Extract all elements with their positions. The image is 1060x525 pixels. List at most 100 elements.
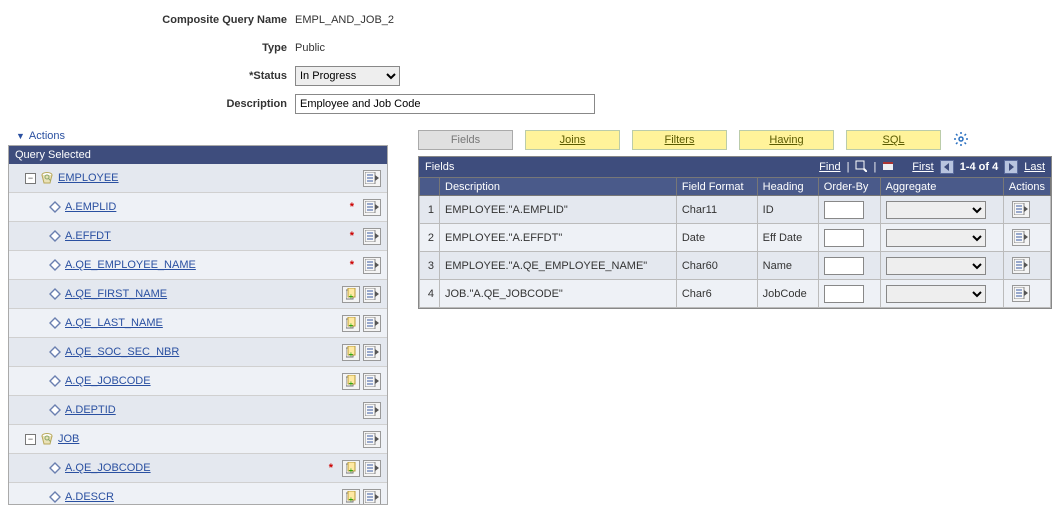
grid-first[interactable]: First <box>912 161 933 173</box>
menu-button[interactable] <box>363 460 381 477</box>
tree-group-employee[interactable]: − EMPLOYEE <box>9 164 387 193</box>
menu-button[interactable] <box>363 228 381 245</box>
field-label[interactable]: A.QE_EMPLOYEE_NAME <box>65 259 196 271</box>
field-label[interactable]: A.QE_JOBCODE <box>65 375 151 387</box>
grid-title: Fields <box>425 161 454 173</box>
col-description[interactable]: Description <box>440 178 677 196</box>
field-label[interactable]: A.DEPTID <box>65 404 116 416</box>
menu-button[interactable] <box>363 373 381 390</box>
row-orderby-cell <box>818 280 880 308</box>
row-heading: Name <box>757 252 818 280</box>
pipe2: | <box>873 161 876 173</box>
group-label[interactable]: EMPLOYEE <box>58 172 119 184</box>
collapse-icon[interactable]: − <box>25 434 36 445</box>
field-label[interactable]: A.EMPLID <box>65 201 116 213</box>
prev-icon[interactable] <box>940 160 954 174</box>
collapse-icon[interactable]: − <box>25 173 36 184</box>
actions-dropdown[interactable]: Actions <box>16 130 388 142</box>
tree-field[interactable]: A.EFFDT* <box>9 222 387 251</box>
menu-button[interactable] <box>363 402 381 419</box>
type-label: Type <box>0 42 295 54</box>
find-link[interactable]: Find <box>819 161 840 173</box>
gear-icon[interactable] <box>953 131 969 150</box>
row-orderby-cell <box>818 196 880 224</box>
grid-last[interactable]: Last <box>1024 161 1045 173</box>
tab-having[interactable]: Having <box>739 130 834 150</box>
orderby-input[interactable] <box>824 201 864 219</box>
col-format[interactable]: Field Format <box>676 178 757 196</box>
copy-button[interactable]: + <box>342 315 360 332</box>
form-area: Composite Query Name EMPL_AND_JOB_2 Type… <box>0 0 1060 130</box>
copy-button[interactable]: + <box>342 373 360 390</box>
menu-button[interactable] <box>363 199 381 216</box>
tab-joins[interactable]: Joins <box>525 130 620 150</box>
row-actions <box>1003 224 1050 252</box>
aggregate-select[interactable] <box>886 257 986 275</box>
tree-body[interactable]: −EMPLOYEEA.EMPLID*A.EFFDT*A.QE_EMPLOYEE_… <box>9 164 387 504</box>
col-aggregate[interactable]: Aggregate <box>880 178 1003 196</box>
field-label[interactable]: A.DESCR <box>65 491 114 503</box>
menu-button[interactable] <box>363 257 381 274</box>
menu-button[interactable] <box>1012 201 1030 218</box>
menu-button[interactable] <box>363 315 381 332</box>
name-value: EMPL_AND_JOB_2 <box>295 14 394 26</box>
tab-filters[interactable]: Filters <box>632 130 727 150</box>
menu-button[interactable] <box>1012 285 1030 302</box>
next-icon[interactable] <box>1004 160 1018 174</box>
col-heading[interactable]: Heading <box>757 178 818 196</box>
copy-button[interactable]: + <box>342 286 360 303</box>
menu-button[interactable] <box>363 286 381 303</box>
row-actions <box>1003 280 1050 308</box>
row-aggregate-cell <box>880 280 1003 308</box>
copy-button[interactable]: + <box>342 460 360 477</box>
field-label[interactable]: A.QE_JOBCODE <box>65 462 151 474</box>
menu-button[interactable] <box>1012 229 1030 246</box>
query-icon <box>40 432 54 446</box>
orderby-input[interactable] <box>824 285 864 303</box>
orderby-input[interactable] <box>824 257 864 275</box>
tree-group-job[interactable]: − JOB <box>9 425 387 454</box>
group-label[interactable]: JOB <box>58 433 79 445</box>
tab-fields[interactable]: Fields <box>418 130 513 150</box>
zoom-icon[interactable] <box>855 160 867 175</box>
copy-button[interactable]: + <box>342 344 360 361</box>
field-label[interactable]: A.QE_FIRST_NAME <box>65 288 167 300</box>
aggregate-select[interactable] <box>886 229 986 247</box>
field-icon <box>49 288 61 300</box>
grid-row: 3EMPLOYEE."A.QE_EMPLOYEE_NAME"Char60Name <box>420 252 1051 280</box>
row-format: Char60 <box>676 252 757 280</box>
row-format: Date <box>676 224 757 252</box>
tree-field[interactable]: A.QE_JOBCODE + <box>9 367 387 396</box>
description-input[interactable] <box>295 94 595 114</box>
menu-button[interactable] <box>363 170 381 187</box>
row-format: Char6 <box>676 280 757 308</box>
row-desc: EMPLOYEE."A.EFFDT" <box>440 224 677 252</box>
col-orderby[interactable]: Order-By <box>818 178 880 196</box>
status-select[interactable]: In Progress <box>295 66 400 86</box>
menu-button[interactable] <box>1012 257 1030 274</box>
menu-button[interactable] <box>363 431 381 448</box>
tree-field[interactable]: A.QE_LAST_NAME + <box>9 309 387 338</box>
tree-field[interactable]: A.DESCR + <box>9 483 387 504</box>
tree-field[interactable]: A.DEPTID <box>9 396 387 425</box>
tree-field[interactable]: A.QE_FIRST_NAME + <box>9 280 387 309</box>
tab-sql[interactable]: SQL <box>846 130 941 150</box>
menu-button[interactable] <box>363 489 381 505</box>
orderby-input[interactable] <box>824 229 864 247</box>
field-label[interactable]: A.EFFDT <box>65 230 111 242</box>
svg-text:+: + <box>349 379 354 387</box>
row-orderby-cell <box>818 224 880 252</box>
aggregate-select[interactable] <box>886 285 986 303</box>
aggregate-select[interactable] <box>886 201 986 219</box>
tree-field[interactable]: A.QE_JOBCODE*+ <box>9 454 387 483</box>
query-selected-panel: Query Selected −EMPLOYEEA.EMPLID*A.EFFDT… <box>8 145 388 505</box>
copy-button[interactable]: + <box>342 489 360 505</box>
download-icon[interactable] <box>882 160 894 175</box>
menu-button[interactable] <box>363 344 381 361</box>
field-label[interactable]: A.QE_SOC_SEC_NBR <box>65 346 179 358</box>
tree-field[interactable]: A.EMPLID* <box>9 193 387 222</box>
tree-field[interactable]: A.QE_SOC_SEC_NBR + <box>9 338 387 367</box>
row-num: 2 <box>420 224 440 252</box>
tree-field[interactable]: A.QE_EMPLOYEE_NAME* <box>9 251 387 280</box>
field-label[interactable]: A.QE_LAST_NAME <box>65 317 163 329</box>
